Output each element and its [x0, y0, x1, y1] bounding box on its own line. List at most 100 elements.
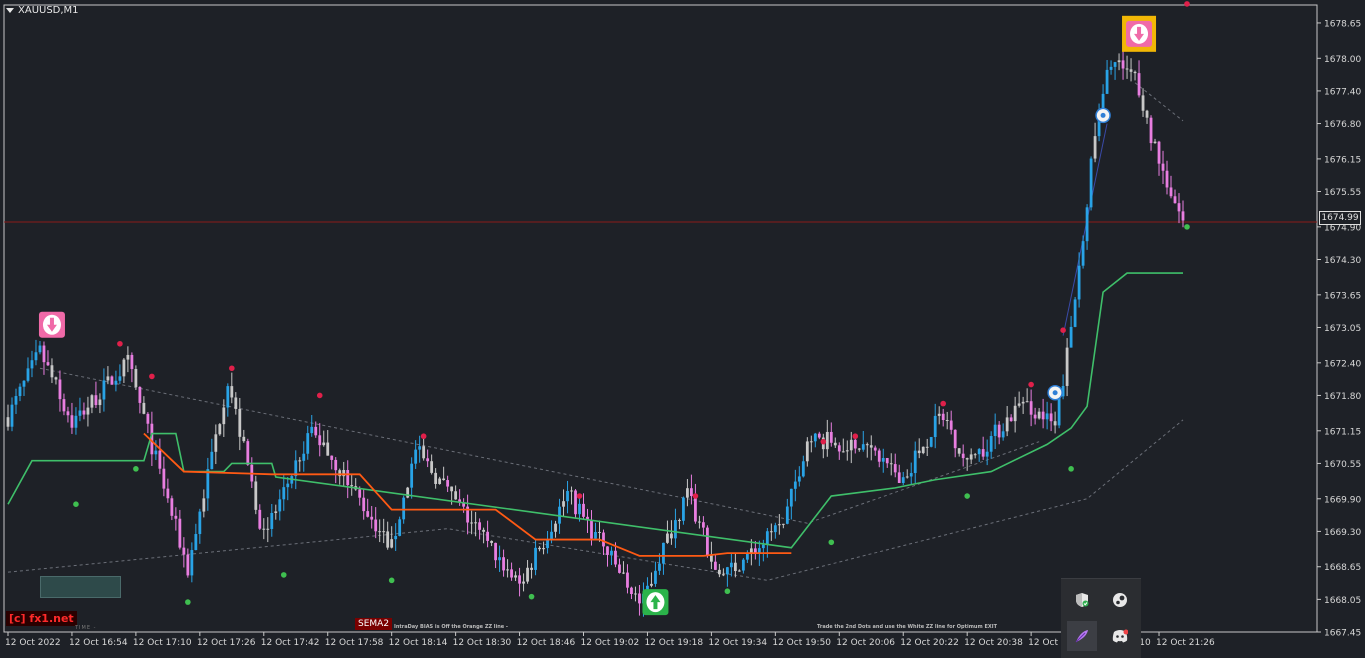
feather-icon[interactable] [1067, 621, 1097, 651]
candle-body [785, 506, 789, 524]
candle-body [733, 562, 737, 572]
candle-body [650, 583, 653, 586]
candle-body [1133, 71, 1137, 74]
candle-body [54, 377, 58, 380]
candle-body [14, 396, 18, 405]
candle-body [1105, 69, 1109, 94]
candle-body [90, 395, 94, 408]
candle-body [478, 522, 481, 530]
candle-body [42, 345, 46, 363]
high-dot [117, 340, 123, 347]
dropdown-triangle-icon[interactable] [6, 8, 14, 13]
x-tick-label: 12 Oct 17:10 [133, 638, 192, 648]
candle-body [426, 458, 430, 462]
y-tick-label: 1668.65 [1324, 563, 1361, 573]
candle-body [306, 433, 310, 454]
candle-body [6, 417, 10, 427]
candle-body [490, 540, 493, 543]
exit-note: Trade the 2nd Dots and use the White ZZ … [817, 624, 997, 630]
candle-body [110, 376, 114, 385]
candle-body [342, 469, 346, 477]
candle-body [494, 542, 497, 561]
candle-body [410, 463, 414, 488]
candle-body [222, 407, 226, 425]
shield-check-icon[interactable] [1067, 585, 1097, 615]
candle-body [993, 424, 997, 437]
x-tick-label: 12 Oct 17:26 [197, 638, 256, 648]
x-tick-label: 12 Oct 17:42 [261, 638, 320, 648]
candle-body [937, 413, 941, 416]
candle-body [658, 563, 661, 571]
candle-body [789, 488, 793, 507]
candle-body [885, 457, 889, 464]
chart-canvas[interactable]: 1667.45 1668.05 1668.65 1669.30 1669.90 1670.… [0, 0, 1365, 657]
candle-body [1141, 95, 1145, 111]
candle-body [210, 451, 214, 470]
candle-body [710, 555, 713, 562]
candle-body [70, 415, 74, 428]
candle-body [226, 386, 230, 408]
candle-body [638, 593, 641, 604]
candle-body [474, 522, 478, 524]
candle-body [206, 469, 210, 499]
candle-body [282, 487, 286, 500]
x-tick-label: 12 Oct 21:26 [1156, 638, 1215, 648]
chart-background [0, 0, 1365, 657]
candle-body [953, 429, 957, 449]
discord-icon[interactable] [1105, 621, 1135, 651]
candle-body [518, 575, 521, 584]
candle-body [1169, 187, 1173, 197]
low-dot [73, 501, 79, 508]
candle-body [102, 380, 106, 400]
candle-body [78, 410, 82, 416]
candle-body [534, 547, 537, 570]
candle-body [833, 442, 837, 446]
low-dot [185, 599, 191, 605]
candle-body [1037, 411, 1041, 419]
low-dot [964, 493, 970, 499]
chart-header[interactable]: XAUUSD,M1 [6, 5, 79, 16]
candle-body [1113, 62, 1117, 67]
candle-body [58, 379, 62, 400]
candle-body [326, 442, 330, 456]
low-dot [828, 539, 835, 546]
candle-body [266, 528, 270, 530]
candle-body [386, 531, 390, 548]
candle-body [1157, 141, 1161, 164]
candle-body [877, 450, 881, 462]
bias-note: IntraDay BIAS is Off the Orange ZZ line … [394, 624, 509, 630]
candle-body [630, 587, 633, 595]
candle-body [741, 559, 745, 571]
y-tick-label: 1669.90 [1324, 495, 1361, 505]
candle-body [881, 457, 885, 462]
low-dot [280, 572, 287, 578]
x-tick-label: 12 Oct 19:02 [581, 638, 640, 648]
candle-body [546, 539, 549, 549]
candle-body [1089, 158, 1093, 208]
candle-body [214, 434, 218, 452]
steam-icon[interactable] [1105, 585, 1135, 615]
candle-body [626, 572, 629, 588]
y-tick-label: 1673.65 [1324, 291, 1361, 301]
candle-body [422, 446, 426, 459]
candle-body [1009, 417, 1013, 422]
candle-body [929, 437, 933, 447]
high-dot [692, 493, 699, 499]
candle-body [590, 520, 593, 539]
candle-body [1137, 73, 1141, 96]
candle-body [594, 531, 597, 539]
candle-body [773, 525, 777, 533]
candle-body [614, 550, 617, 565]
candle-body [62, 399, 66, 412]
candle-body [965, 458, 969, 460]
candle-body [118, 376, 122, 381]
candle-body [562, 501, 565, 507]
candle-body [258, 509, 262, 529]
candle-body [158, 450, 162, 469]
candle-body [202, 498, 206, 512]
candle-body [602, 532, 605, 547]
candle-body [390, 539, 394, 548]
candle-body [30, 360, 34, 369]
candle-body [1053, 421, 1057, 426]
candle-body [130, 354, 134, 369]
